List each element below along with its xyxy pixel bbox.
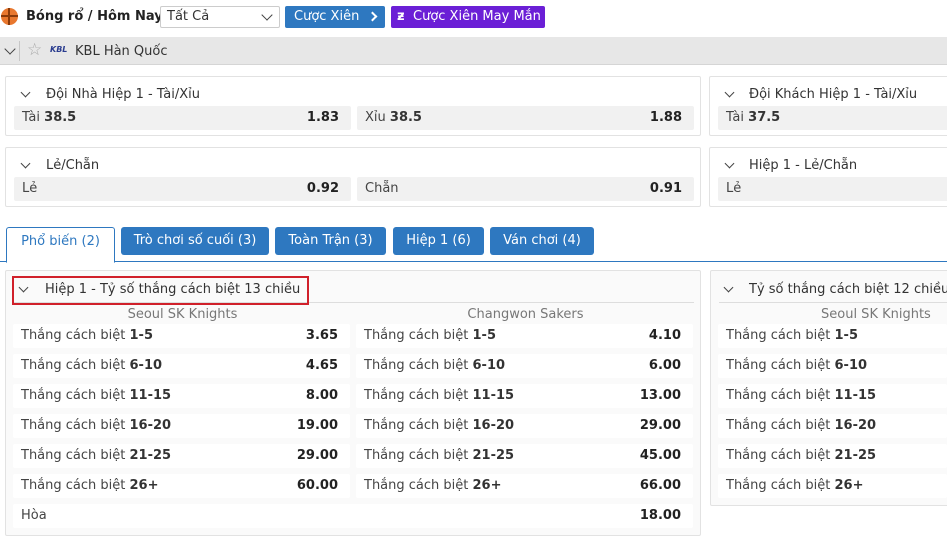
chevron-down-icon [261,9,273,21]
odds-cell-home[interactable]: Thắng cách biệt 16-20 19.00 [13,414,350,438]
odds-cell-home[interactable]: Thắng cách biệt 26+ [718,474,947,498]
tab-full-match[interactable]: Toàn Trận (3) [275,227,386,255]
chevron-down-icon[interactable] [4,43,16,55]
basketball-icon [1,8,18,25]
highlight-box [12,276,309,305]
chevron-right-icon [367,11,378,22]
odds-value: 1.83 [306,110,339,125]
lucky-parlay-button[interactable]: ƶ Cược Xiên May Mắn [391,6,545,28]
away-team-name: Changwon Sakers [467,307,584,322]
market-odd-even: Lẻ/Chẵn Lẻ 0.92 Chẵn 0.91 [5,147,701,207]
market-title: Tỷ số thắng cách biệt 12 chiều [749,282,947,297]
lucky-parlay-label: Cược Xiên May Mắn [413,9,541,24]
market-title: Đội Khách Hiệp 1 - Tài/Xỉu [749,87,918,102]
odds-value: 0.91 [649,181,682,196]
odds-cell-home[interactable]: Thắng cách biệt 16-20 [718,414,947,438]
odds-cell-home[interactable]: Thắng cách biệt 11-15 8.00 [13,384,350,408]
odds-value: 45.00 [639,448,681,463]
home-team-name: Seoul SK Knights [821,307,931,322]
odds-cell-away[interactable]: Thắng cách biệt 11-15 13.00 [356,384,693,408]
odds-cell-home[interactable]: Thắng cách biệt 1-5 3.65 [13,324,350,348]
odds-value: 8.00 [305,388,338,403]
league-logo: KBL [50,45,68,54]
filter-select-value: Tất Cả [167,9,210,24]
parlay-button[interactable]: Cược Xiên [285,6,385,28]
odds-cell-draw[interactable]: Hòa 18.00 [13,504,693,528]
chevron-down-icon[interactable] [20,87,31,98]
odds-value: 29.00 [639,418,681,433]
odds-value: 4.10 [648,328,681,343]
tab-quarters[interactable]: Ván chơi (4) [490,227,594,255]
filter-select[interactable]: Tất Cả [160,6,280,28]
market-title: Đội Nhà Hiệp 1 - Tài/Xỉu [46,87,200,102]
chevron-down-icon[interactable] [724,87,735,98]
star-icon[interactable]: ☆ [27,40,42,60]
league-header[interactable]: ☆ KBL KBL Hàn Quốc [0,37,947,65]
chevron-down-icon[interactable] [20,158,31,169]
lucky-icon: ƶ [397,9,405,24]
tab-popular[interactable]: Phổ biến (2) [6,227,115,263]
chevron-down-icon[interactable] [723,282,734,293]
odds-value: 60.00 [296,478,338,493]
odds-value: 66.00 [639,478,681,493]
odds-value: 29.00 [296,448,338,463]
odds-value: 0.92 [306,181,339,196]
parlay-button-label: Cược Xiên [294,9,360,24]
market-title: Lẻ/Chẵn [46,158,100,173]
divider [19,41,20,61]
odds-cell-odd[interactable]: Lẻ [718,177,947,201]
market-title: Hiệp 1 - Lẻ/Chẵn [749,158,858,173]
odds-cell-home[interactable]: Thắng cách biệt 21-25 [718,444,947,468]
odds-cell-away[interactable]: Thắng cách biệt 26+ 66.00 [356,474,693,498]
odds-cell-home[interactable]: Thắng cách biệt 11-15 [718,384,947,408]
odds-cell-over[interactable]: Tài 38.5 1.83 [14,106,351,130]
odds-cell-home[interactable]: Thắng cách biệt 6-10 4.65 [13,354,350,378]
league-name: KBL Hàn Quốc [75,44,168,59]
odds-cell-away[interactable]: Thắng cách biệt 6-10 6.00 [356,354,693,378]
odds-cell-under[interactable]: Xỉu 38.5 1.88 [357,106,694,130]
chevron-down-icon[interactable] [724,158,735,169]
home-team-name: Seoul SK Knights [127,307,238,322]
tab-half-1[interactable]: Hiệp 1 (6) [393,227,484,255]
odds-cell-away[interactable]: Thắng cách biệt 16-20 29.00 [356,414,693,438]
odds-cell-home[interactable]: Thắng cách biệt 21-25 29.00 [13,444,350,468]
market-tabs: Phổ biến (2) Trò chơi số cuối (3) Toàn T… [0,218,947,263]
odds-value: 1.88 [649,110,682,125]
top-bar: Bóng rổ / Hôm Nay Tất Cả Cược Xiên ƶ Cượ… [0,0,947,35]
odds-cell-home[interactable]: Thắng cách biệt 1-5 [718,324,947,348]
odds-cell-away[interactable]: Thắng cách biệt 1-5 4.10 [356,324,693,348]
odds-cell-odd[interactable]: Lẻ 0.92 [14,177,351,201]
odds-cell-home[interactable]: Thắng cách biệt 6-10 [718,354,947,378]
odds-value: 4.65 [305,358,338,373]
odds-cell-home[interactable]: Thắng cách biệt 26+ 60.00 [13,474,350,498]
odds-cell-even[interactable]: Chẵn 0.91 [357,177,694,201]
breadcrumb: Bóng rổ / Hôm Nay [26,9,163,24]
odds-value: 6.00 [648,358,681,373]
market-home-h1-ou: Đội Nhà Hiệp 1 - Tài/Xỉu Tài 38.5 1.83 X… [5,76,701,136]
divider [719,302,947,303]
odds-cell-over[interactable]: Tài 37.5 [718,106,947,130]
odds-value: 3.65 [305,328,338,343]
market-away-h1-ou: Đội Khách Hiệp 1 - Tài/Xỉu Tài 37.5 [709,76,947,136]
odds-value: 19.00 [296,418,338,433]
odds-value: 13.00 [639,388,681,403]
tab-last-digit[interactable]: Trò chơi số cuối (3) [121,227,269,255]
odds-cell-away[interactable]: Thắng cách biệt 21-25 45.00 [356,444,693,468]
odds-value: 18.00 [639,508,681,523]
market-h1-odd-even: Hiệp 1 - Lẻ/Chẵn Lẻ [709,147,947,207]
